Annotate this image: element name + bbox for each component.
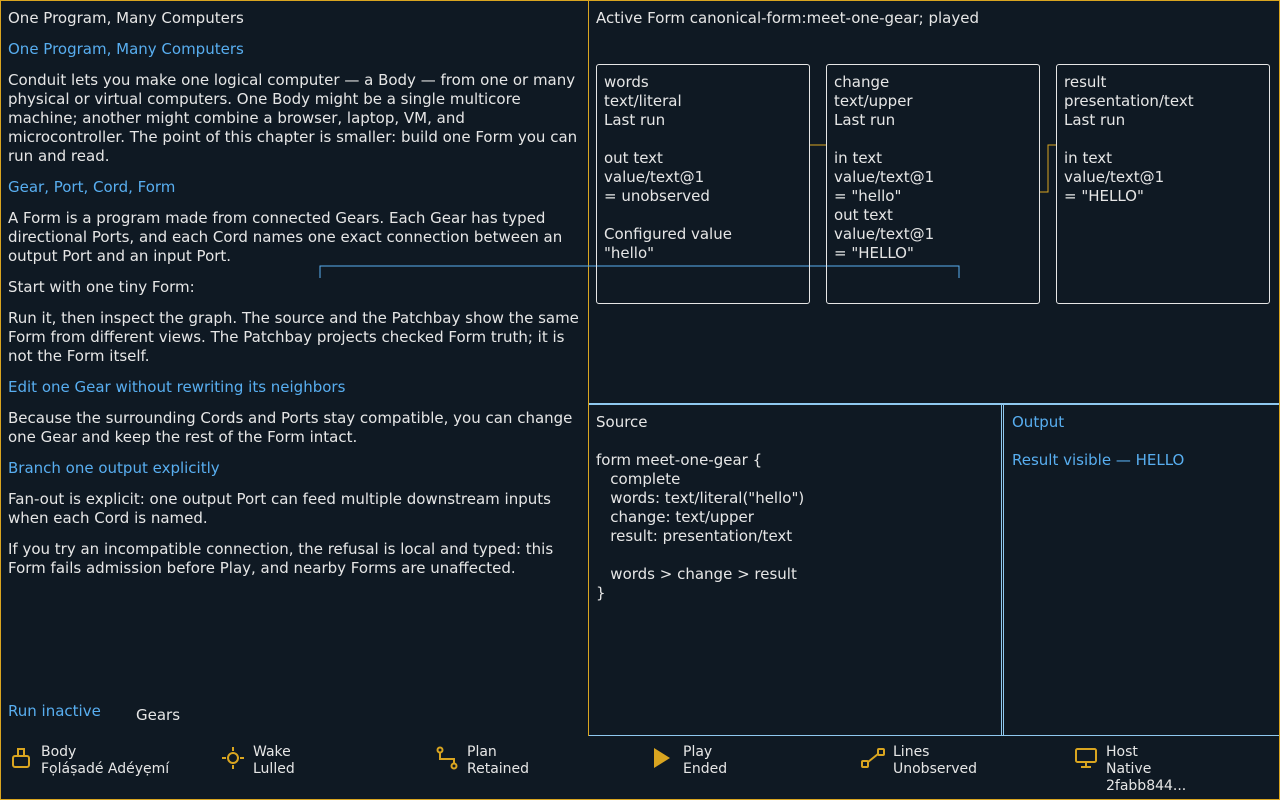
gears-label[interactable]: Gears (136, 706, 180, 724)
configured-value: "hello" (604, 244, 655, 262)
status-body-value: Fọláṣadé Adéyẹmí (41, 761, 170, 777)
status-plan-value: Retained (467, 761, 530, 777)
doc-paragraph: Fan-out is explicit: one output Port can… (8, 490, 551, 527)
doc-paragraph: A Form is a program made from connected … (8, 209, 563, 265)
status-host-id: 2fabb844... (1106, 778, 1187, 794)
status-wake-value: Lulled (253, 761, 295, 777)
monitor-icon (1075, 748, 1097, 768)
doc-paragraph: If you try an incompatible connection, t… (8, 540, 554, 577)
output-title[interactable]: Output (1012, 413, 1271, 432)
status-host-label: Host (1106, 744, 1138, 760)
gear-card-result[interactable]: result presentation/text Last run in tex… (1056, 64, 1270, 304)
port-value: = unobserved (604, 187, 710, 205)
doc-title: One Program, Many Computers (8, 9, 244, 27)
gear-name: change (834, 73, 890, 91)
port-value: = "hello" (834, 187, 902, 205)
port-value: = "HELLO" (1064, 187, 1144, 205)
body-icon (12, 748, 30, 768)
gear-status: Last run (1064, 111, 1126, 129)
gear-status: Last run (604, 111, 666, 129)
doc-pane: One Program, Many Computers One Program,… (1, 1, 588, 735)
configured-label: Configured value (604, 225, 732, 243)
port-name[interactable]: in text (1064, 149, 1262, 168)
status-host-value: Native (1106, 761, 1152, 777)
section-heading-edit-gear[interactable]: Edit one Gear without rewriting its neig… (8, 378, 581, 397)
port-type: value/text@1 (1064, 168, 1165, 186)
gear-type: presentation/text (1064, 92, 1194, 110)
section-heading-overview[interactable]: One Program, Many Computers (8, 40, 581, 59)
plan-icon (436, 746, 458, 770)
gear-status: Last run (834, 111, 896, 129)
status-wake-label: Wake (253, 744, 291, 760)
gear-card-words[interactable]: words text/literal Last run out text val… (596, 64, 810, 304)
doc-paragraph: Run it, then inspect the graph. The sour… (8, 309, 579, 365)
source-code[interactable]: form meet-one-gear { complete words: tex… (596, 451, 994, 603)
status-body-label: Body (41, 744, 77, 760)
status-lines-value: Unobserved (893, 761, 978, 777)
doc-paragraph: Conduit lets you make one logical comput… (8, 71, 578, 165)
port-type: value/text@1 (834, 225, 935, 243)
output-result[interactable]: Result visible — HELLO (1012, 451, 1271, 470)
section-heading-gear-port[interactable]: Gear, Port, Cord, Form (8, 178, 581, 197)
port-type: value/text@1 (604, 168, 705, 186)
port-name[interactable]: out text (604, 149, 802, 168)
port-name[interactable]: in text (834, 149, 1032, 168)
play-icon (654, 748, 670, 768)
source-panel[interactable]: Source form meet-one-gear { complete wor… (589, 405, 1002, 735)
section-heading-branch[interactable]: Branch one output explicitly (8, 459, 581, 478)
status-plan-label: Plan (467, 744, 497, 760)
status-play-value: Ended (683, 761, 728, 777)
doc-paragraph: Start with one tiny Form: (8, 278, 195, 296)
gear-name: words (604, 73, 649, 91)
run-inactive-button[interactable]: Run inactive (8, 702, 101, 720)
status-play-label: Play (683, 744, 713, 760)
active-form-title: Active Form canonical-form:meet-one-gear… (596, 9, 979, 27)
gear-card-change[interactable]: change text/upper Last run in text value… (826, 64, 1040, 304)
gear-type: text/literal (604, 92, 682, 110)
sun-icon (222, 747, 244, 769)
gear-name: result (1064, 73, 1107, 91)
gear-type: text/upper (834, 92, 913, 110)
port-type: value/text@1 (834, 168, 935, 186)
source-title: Source (596, 413, 648, 431)
output-panel: Output Result visible — HELLO (1003, 405, 1279, 735)
lines-icon (861, 748, 885, 768)
port-name[interactable]: out text (834, 206, 1032, 225)
status-bar: Body Fọláṣadé Adéyẹmí Wake Lulled Plan R… (1, 736, 1279, 799)
doc-paragraph: Because the surrounding Cords and Ports … (8, 409, 573, 446)
port-value: = "HELLO" (834, 244, 914, 262)
status-lines-label: Lines (893, 744, 930, 760)
